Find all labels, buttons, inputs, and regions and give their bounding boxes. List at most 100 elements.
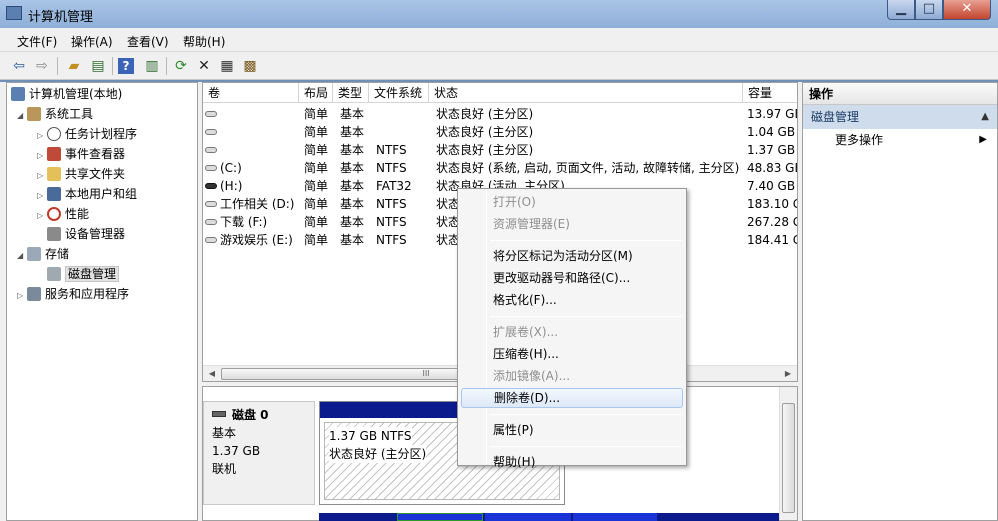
scroll-left-icon[interactable]: ◀ (205, 368, 219, 380)
context-menu-item[interactable]: 格式化(F)... (461, 290, 683, 310)
help-topic-icon[interactable]: ▩ (240, 56, 260, 76)
tree-item-event-viewer[interactable]: ▷ 事件查看器 (37, 145, 125, 163)
cell-volume: 游戏娱乐 (E:) (205, 231, 299, 249)
vertical-scroll-thumb[interactable] (782, 403, 795, 513)
tree-item-performance[interactable]: ▷ 性能 (37, 205, 89, 223)
disk-icon (212, 411, 226, 417)
delete-icon[interactable]: ✕ (194, 56, 214, 76)
column-type[interactable]: 类型 (333, 83, 369, 103)
menu-separator (490, 316, 682, 317)
context-menu-item[interactable]: 更改驱动器号和路径(C)... (461, 268, 683, 288)
column-volume[interactable]: 卷 (203, 83, 299, 103)
context-menu-item[interactable]: 打开(O) (461, 192, 683, 212)
forward-icon[interactable]: ⇨ (32, 56, 52, 76)
volume-list-header: 卷 布局 类型 文件系统 状态 容量 (203, 83, 797, 103)
show-hide-action-icon[interactable]: ▥ (142, 56, 162, 76)
drive-icon (205, 129, 217, 135)
context-menu: 打开(O) 资源管理器(E) 将分区标记为活动分区(M) 更改驱动器号和路径(C)..… (457, 188, 687, 469)
tree-item-computer-management[interactable]: 计算机管理(本地) (11, 85, 122, 103)
help-icon[interactable]: ? (118, 58, 134, 74)
menu-help[interactable]: 帮助(H) (183, 33, 225, 50)
context-menu-item[interactable]: 属性(P) (461, 420, 683, 440)
cell-layout: 简单 (304, 197, 329, 211)
disk-0-info[interactable]: 磁盘 0 基本 1.37 GB 联机 (203, 401, 315, 505)
tree-item-disk-management[interactable]: 磁盘管理 (37, 265, 120, 283)
scroll-right-icon[interactable]: ▶ (781, 368, 795, 380)
column-layout[interactable]: 布局 (299, 83, 333, 103)
cell-filesystem: NTFS (376, 161, 407, 175)
cell-type: 基本 (340, 215, 365, 229)
context-menu-item[interactable]: 扩展卷(X)... (461, 322, 683, 342)
title-bar: 计算机管理 ▁ □ ✕ (0, 0, 998, 28)
collapse-up-icon[interactable]: ▲ (981, 105, 989, 129)
tree-item-storage[interactable]: ◢ 存储 (17, 245, 69, 263)
context-menu-item[interactable]: 将分区标记为活动分区(M) (461, 246, 683, 266)
context-menu-item[interactable]: 压缩卷(H)... (461, 344, 683, 364)
tree-item-task-scheduler[interactable]: ▷ 任务计划程序 (37, 125, 137, 143)
column-filesystem[interactable]: 文件系统 (369, 83, 429, 103)
menu-file[interactable]: 文件(F) (17, 33, 57, 50)
menu-view[interactable]: 查看(V) (127, 33, 169, 50)
cell-filesystem: NTFS (376, 197, 407, 211)
disk-1-partition[interactable] (573, 513, 657, 521)
context-menu-item[interactable]: 资源管理器(E) (461, 214, 683, 234)
column-capacity[interactable]: 容量 (743, 83, 797, 103)
disk-1-partition[interactable] (397, 513, 483, 521)
cell-volume (205, 105, 299, 123)
partition-status: 状态良好 (主分区) (329, 445, 427, 463)
disk-0-type: 基本 (212, 426, 237, 440)
cell-capacity: 7.40 GB (747, 179, 796, 193)
cell-type: 基本 (340, 125, 365, 139)
menu-separator (490, 446, 682, 447)
tree-item-device-manager[interactable]: 设备管理器 (37, 225, 125, 243)
disk-0-state: 联机 (212, 462, 237, 476)
up-folder-icon[interactable]: ▰ (64, 56, 84, 76)
menu-action[interactable]: 操作(A) (71, 33, 113, 50)
close-button[interactable]: ✕ (943, 0, 991, 20)
cell-capacity: 1.04 GB (747, 125, 796, 139)
minimize-button[interactable]: ▁ (887, 0, 915, 20)
window-title: 计算机管理 (28, 10, 94, 25)
disk-0-title: 磁盘 0 (212, 406, 306, 424)
column-status[interactable]: 状态 (429, 83, 743, 103)
volume-row[interactable]: 简单 基本 NTFS 状态良好 (主分区) 1.37 GB (203, 141, 797, 159)
properties-icon[interactable]: ▦ (217, 56, 237, 76)
volume-row[interactable]: (C:) 简单 基本 NTFS 状态良好 (系统, 启动, 页面文件, 活动, 故障转储… (203, 159, 797, 177)
disk-1-partition-bar (319, 513, 779, 521)
cell-type: 基本 (340, 143, 365, 157)
submenu-arrow-icon: ▶ (979, 134, 987, 145)
computer-management-icon (6, 6, 22, 20)
cell-layout: 简单 (304, 233, 329, 247)
refresh-icon[interactable]: ⟳ (171, 56, 191, 76)
drive-icon (205, 219, 217, 225)
cell-capacity: 267.28 G (747, 215, 797, 229)
drive-icon (205, 111, 217, 117)
actions-group-disk-management[interactable]: 磁盘管理 ▲ (803, 105, 997, 129)
show-hide-tree-icon[interactable]: ▤ (88, 56, 108, 76)
volume-row[interactable]: 简单 基本 状态良好 (主分区) 1.04 GB (203, 123, 797, 141)
storage-icon (27, 247, 41, 261)
context-menu-item[interactable]: 添加镜像(A)... (461, 366, 683, 386)
tree-item-services-apps[interactable]: ▷ 服务和应用程序 (17, 285, 129, 303)
menu-separator (490, 240, 682, 241)
context-menu-item[interactable]: 帮助(H) (461, 452, 683, 472)
maximize-button[interactable]: □ (915, 0, 943, 20)
disk-1-partition[interactable] (485, 513, 571, 521)
more-actions[interactable]: 更多操作 ▶ (803, 129, 997, 151)
context-menu-item[interactable]: 删除卷(D)... (461, 388, 683, 408)
removable-drive-icon (205, 183, 217, 189)
drive-icon (205, 147, 217, 153)
device-manager-icon (47, 227, 61, 241)
volume-row[interactable]: 简单基本 状态良好 (主分区) 13.97 GB (203, 105, 797, 123)
shared-folder-icon (47, 167, 61, 181)
vertical-scrollbar[interactable] (779, 387, 797, 520)
cell-filesystem: NTFS (376, 215, 407, 229)
cell-type: 基本 (340, 161, 365, 175)
back-icon[interactable]: ⇦ (9, 56, 29, 76)
users-icon (47, 187, 61, 201)
cell-status: 状态良好 (主分区) (436, 107, 534, 121)
tree-item-local-users[interactable]: ▷ 本地用户和组 (37, 185, 137, 203)
tree-item-system-tools[interactable]: ◢ 系统工具 (17, 105, 93, 123)
cell-layout: 简单 (304, 125, 329, 139)
tree-item-shared-folders[interactable]: ▷ 共享文件夹 (37, 165, 125, 183)
